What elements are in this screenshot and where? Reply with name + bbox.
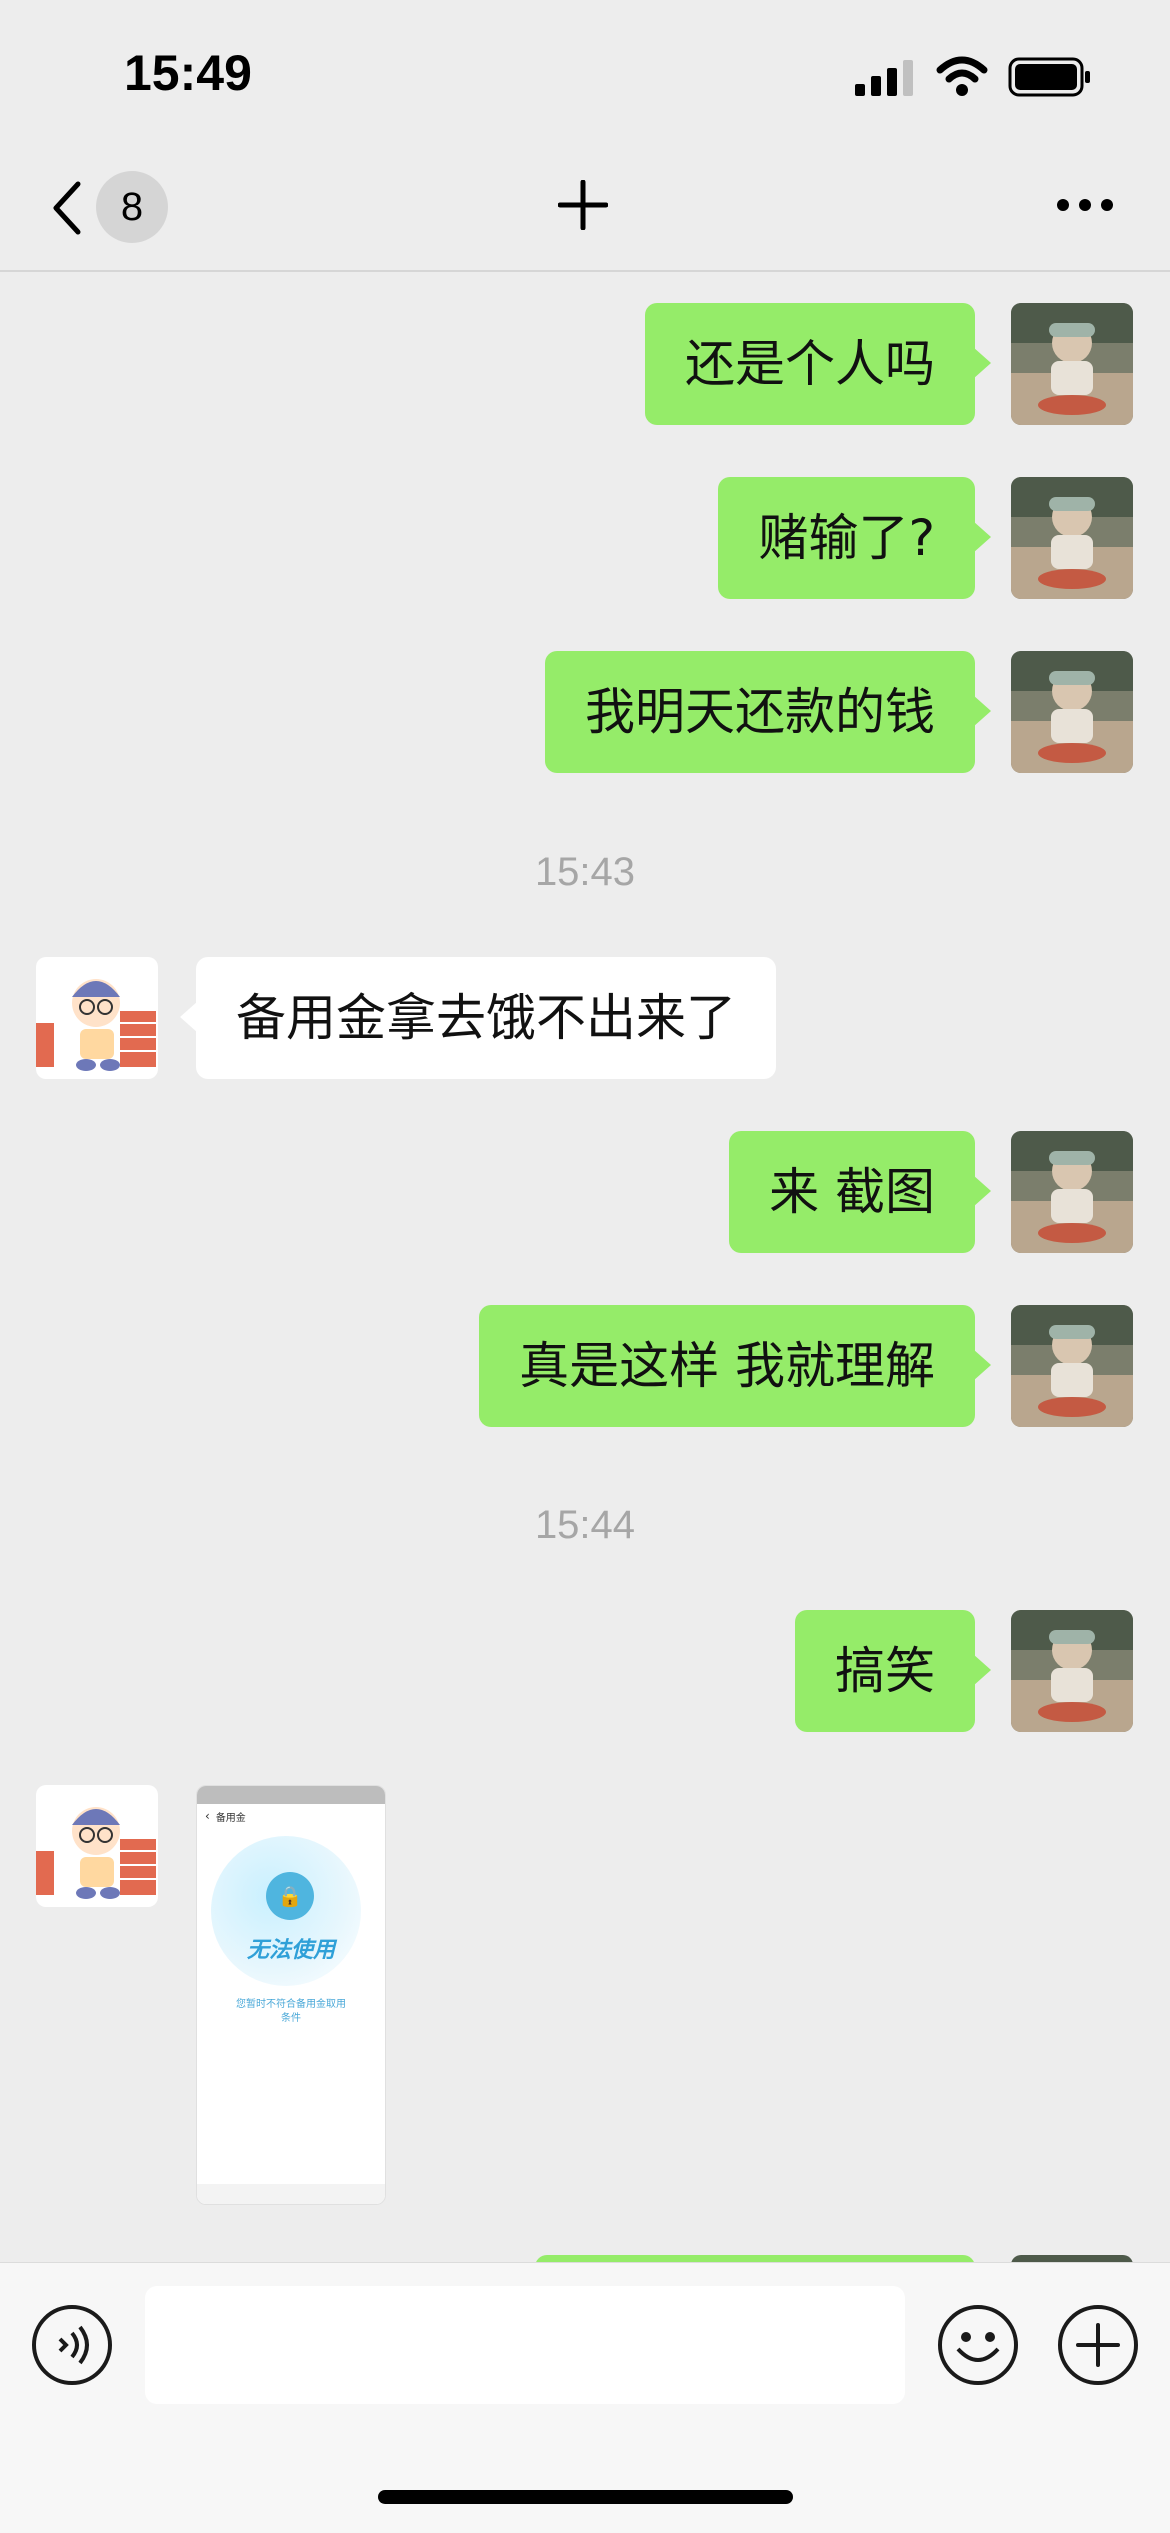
status-time: 15:49: [124, 45, 252, 101]
contact-avatar[interactable]: [36, 1785, 158, 1907]
message-timestamp: 15:44: [534, 1503, 636, 1547]
contact-avatar[interactable]: [36, 957, 158, 1079]
plus-icon[interactable]: [1056, 2303, 1140, 2387]
outgoing-message[interactable]: 搞笑: [795, 1610, 991, 1732]
my-avatar[interactable]: [1011, 303, 1133, 425]
message-timestamp: 15:43: [534, 850, 636, 894]
thumb-note: 您暂时不符合备用金取用: [236, 1999, 346, 2010]
voice-input-icon[interactable]: [30, 2303, 114, 2387]
outgoing-message[interactable]: 来 截图: [729, 1131, 991, 1253]
status-bar: 15:49: [0, 0, 1170, 150]
thumb-status: 无法使用: [246, 1938, 335, 1963]
my-avatar[interactable]: [1011, 1610, 1133, 1732]
thumb-header: 备用金: [215, 1812, 246, 1824]
back-arrow-icon[interactable]: [48, 178, 88, 238]
lock-icon: 🔒: [266, 1872, 314, 1920]
wifi-icon: [936, 56, 988, 96]
my-avatar[interactable]: [1011, 477, 1133, 599]
screenshot-image-message[interactable]: ‹ 备用金 🔒 无法使用 您暂时不符合备用金取用 条件: [196, 1785, 386, 2205]
thumb-note-cont: 条件: [281, 2013, 301, 2024]
outgoing-message[interactable]: 还是个人吗: [645, 303, 991, 425]
battery-icon: [1008, 57, 1090, 97]
home-indicator: [378, 2490, 793, 2504]
my-avatar[interactable]: [1011, 1305, 1133, 1427]
my-avatar[interactable]: [1011, 1131, 1133, 1253]
outgoing-message[interactable]: 赌输了?: [718, 477, 991, 599]
unread-count-badge[interactable]: 8: [96, 171, 168, 243]
emoji-icon[interactable]: [936, 2303, 1020, 2387]
message-input[interactable]: [145, 2286, 905, 2404]
add-member-icon[interactable]: [558, 180, 608, 230]
cellular-signal-icon: [855, 60, 913, 96]
my-avatar[interactable]: [1011, 651, 1133, 773]
incoming-message[interactable]: 备用金拿去饿不出来了: [180, 957, 776, 1079]
outgoing-message[interactable]: 我明天还款的钱: [545, 651, 991, 773]
chevron-left-icon: ‹: [205, 1809, 210, 1823]
outgoing-message[interactable]: 真是这样 我就理解: [479, 1305, 991, 1427]
more-options-icon[interactable]: [1055, 190, 1115, 220]
